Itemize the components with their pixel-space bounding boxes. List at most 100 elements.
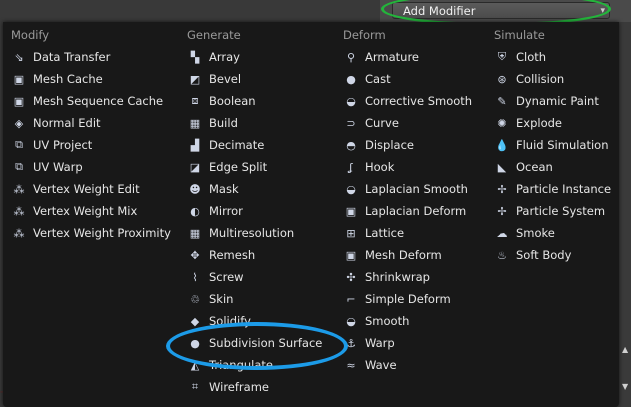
scroll-up-arrow-icon[interactable]: ▲	[622, 345, 629, 354]
menu-item-label: Displace	[365, 138, 414, 152]
menu-item-smooth[interactable]: ◒ Smooth	[343, 311, 409, 331]
menu-item-bevel[interactable]: ◩ Bevel	[187, 69, 241, 89]
menu-item-laplacian-deform[interactable]: ▣ Laplacian Deform	[343, 201, 466, 221]
menu-item-vertex-weight-proximity[interactable]: ⁂ Vertex Weight Proximity	[11, 223, 171, 243]
menu-item-label: UV Project	[33, 138, 93, 152]
corrective-smooth-icon: ◒	[346, 94, 356, 108]
dynamic-paint-icon: ✎	[497, 94, 507, 108]
menu-item-mesh-sequence-cache[interactable]: ▣ Mesh Sequence Cache	[11, 91, 163, 111]
decimate-icon: ▟	[190, 138, 200, 152]
menu-item-triangulate[interactable]: ◭ Triangulate	[187, 355, 273, 375]
menu-item-cloth[interactable]: ⛨ Cloth	[494, 47, 546, 67]
menu-item-cast[interactable]: ● Cast	[343, 69, 390, 89]
remesh-icon: ✥	[190, 248, 200, 262]
chevron-down-icon: ▾	[600, 6, 605, 16]
column-heading-deform: Deform	[343, 28, 386, 42]
menu-item-label: Decimate	[209, 138, 265, 152]
menu-item-ocean[interactable]: ◣ Ocean	[494, 157, 553, 177]
vertex-weight-proximity-icon: ⁂	[13, 226, 25, 240]
menu-item-multiresolution[interactable]: ▦ Multiresolution	[187, 223, 294, 243]
menu-item-shrinkwrap[interactable]: ✣ Shrinkwrap	[343, 267, 430, 287]
menu-item-remesh[interactable]: ✥ Remesh	[187, 245, 255, 265]
menu-item-label: Corrective Smooth	[365, 94, 473, 108]
menu-item-label: Mask	[209, 182, 239, 196]
menu-item-label: Solidify	[209, 314, 251, 328]
menu-item-mask[interactable]: ☻ Mask	[187, 179, 239, 199]
menu-item-particle-instance[interactable]: ✢ Particle Instance	[494, 179, 611, 199]
menu-item-vertex-weight-mix[interactable]: ⁂ Vertex Weight Mix	[11, 201, 138, 221]
menu-item-fluid-simulation[interactable]: 💧 Fluid Simulation	[494, 135, 609, 155]
menu-item-soft-body[interactable]: ♨ Soft Body	[494, 245, 571, 265]
menu-item-mirror[interactable]: ◐ Mirror	[187, 201, 243, 221]
edge-split-icon: ◪	[189, 160, 201, 174]
multiresolution-icon: ▦	[189, 226, 201, 240]
menu-item-decimate[interactable]: ▟ Decimate	[187, 135, 265, 155]
menu-item-label: Remesh	[209, 248, 256, 262]
menu-item-label: Fluid Simulation	[516, 138, 609, 152]
laplacian-smooth-icon: ◒	[346, 182, 356, 196]
menu-item-label: Lattice	[365, 226, 405, 240]
menu-item-wireframe[interactable]: ⌗ Wireframe	[187, 377, 269, 397]
menu-item-edge-split[interactable]: ◪ Edge Split	[187, 157, 267, 177]
menu-item-label: Curve	[365, 116, 399, 130]
menu-item-warp[interactable]: ⚓ Warp	[343, 333, 395, 353]
menu-item-corrective-smooth[interactable]: ◒ Corrective Smooth	[343, 91, 472, 111]
menu-item-uv-warp[interactable]: ⧉ UV Warp	[11, 157, 83, 177]
menu-item-label: Particle System	[516, 204, 606, 218]
menu-item-hook[interactable]: ʆ Hook	[343, 157, 394, 177]
menu-item-subdivision-surface[interactable]: ● Subdivision Surface	[187, 333, 322, 353]
menu-item-mesh-deform[interactable]: ▣ Mesh Deform	[343, 245, 442, 265]
skin-icon: ♲	[190, 292, 200, 306]
mesh-cache-icon: ▣	[13, 72, 25, 86]
menu-item-boolean[interactable]: ⧈ Boolean	[187, 91, 256, 111]
menu-item-build[interactable]: ▦ Build	[187, 113, 238, 133]
menu-item-particle-system[interactable]: ✢ Particle System	[494, 201, 605, 221]
menu-item-label: Smooth	[365, 314, 410, 328]
menu-item-skin[interactable]: ♲ Skin	[187, 289, 233, 309]
menu-item-data-transfer[interactable]: ⇘ Data Transfer	[11, 47, 110, 67]
lattice-icon: ⊞	[346, 226, 356, 240]
screw-icon: ⌇	[192, 270, 198, 284]
menu-item-vertex-weight-edit[interactable]: ⁂ Vertex Weight Edit	[11, 179, 140, 199]
menu-item-mesh-cache[interactable]: ▣ Mesh Cache	[11, 69, 103, 89]
menu-item-explode[interactable]: ✺ Explode	[494, 113, 562, 133]
menu-item-normal-edit[interactable]: ◈ Normal Edit	[11, 113, 101, 133]
add-modifier-dropdown[interactable]: Add Modifier ▾	[392, 2, 610, 19]
menu-item-armature[interactable]: ⚲ Armature	[343, 47, 419, 67]
menu-item-solidify[interactable]: ◆ Solidify	[187, 311, 251, 331]
menu-item-displace[interactable]: ◓ Displace	[343, 135, 414, 155]
uv-warp-icon: ⧉	[15, 160, 23, 173]
menu-item-simple-deform[interactable]: ⌐ Simple Deform	[343, 289, 451, 309]
menu-item-label: Mesh Sequence Cache	[33, 94, 164, 108]
uv-project-icon: ⧉	[15, 138, 23, 151]
menu-item-label: Simple Deform	[365, 292, 451, 306]
menu-item-screw[interactable]: ⌇ Screw	[187, 267, 244, 287]
menu-item-dynamic-paint[interactable]: ✎ Dynamic Paint	[494, 91, 598, 111]
menu-item-label: Collision	[516, 72, 565, 86]
menu-item-array[interactable]: ▚ Array	[187, 47, 240, 67]
cloth-icon: ⛨	[497, 50, 507, 63]
menu-item-laplacian-smooth[interactable]: ◒ Laplacian Smooth	[343, 179, 468, 199]
smoke-icon: ☁	[496, 226, 508, 240]
menu-item-uv-project[interactable]: ⧉ UV Project	[11, 135, 92, 155]
menu-item-label: Data Transfer	[33, 50, 111, 64]
wave-icon: ≈	[346, 358, 356, 372]
menu-item-lattice[interactable]: ⊞ Lattice	[343, 223, 404, 243]
wireframe-icon: ⌗	[191, 380, 199, 393]
menu-item-curve[interactable]: ⊃ Curve	[343, 113, 399, 133]
boolean-icon: ⧈	[191, 94, 199, 107]
menu-item-label: Screw	[209, 270, 244, 284]
mirror-icon: ◐	[190, 204, 200, 218]
menu-item-wave[interactable]: ≈ Wave	[343, 355, 396, 375]
scroll-down-arrow-icon[interactable]: ▼	[622, 382, 629, 391]
menu-item-label: Smoke	[516, 226, 555, 240]
collision-icon: ⊛	[497, 72, 507, 86]
menu-item-collision[interactable]: ⊛ Collision	[494, 69, 564, 89]
particle-system-icon: ✢	[497, 204, 507, 218]
solidify-icon: ◆	[190, 314, 200, 328]
add-modifier-menu: Modify ⇘ Data Transfer ▣ Mesh Cache ▣ Mesh Seq…	[3, 22, 619, 407]
vertex-weight-mix-icon: ⁂	[13, 204, 25, 218]
vertex-weight-edit-icon: ⁂	[13, 182, 25, 196]
menu-item-smoke[interactable]: ☁ Smoke	[494, 223, 555, 243]
column-heading-modify: Modify	[11, 28, 50, 42]
